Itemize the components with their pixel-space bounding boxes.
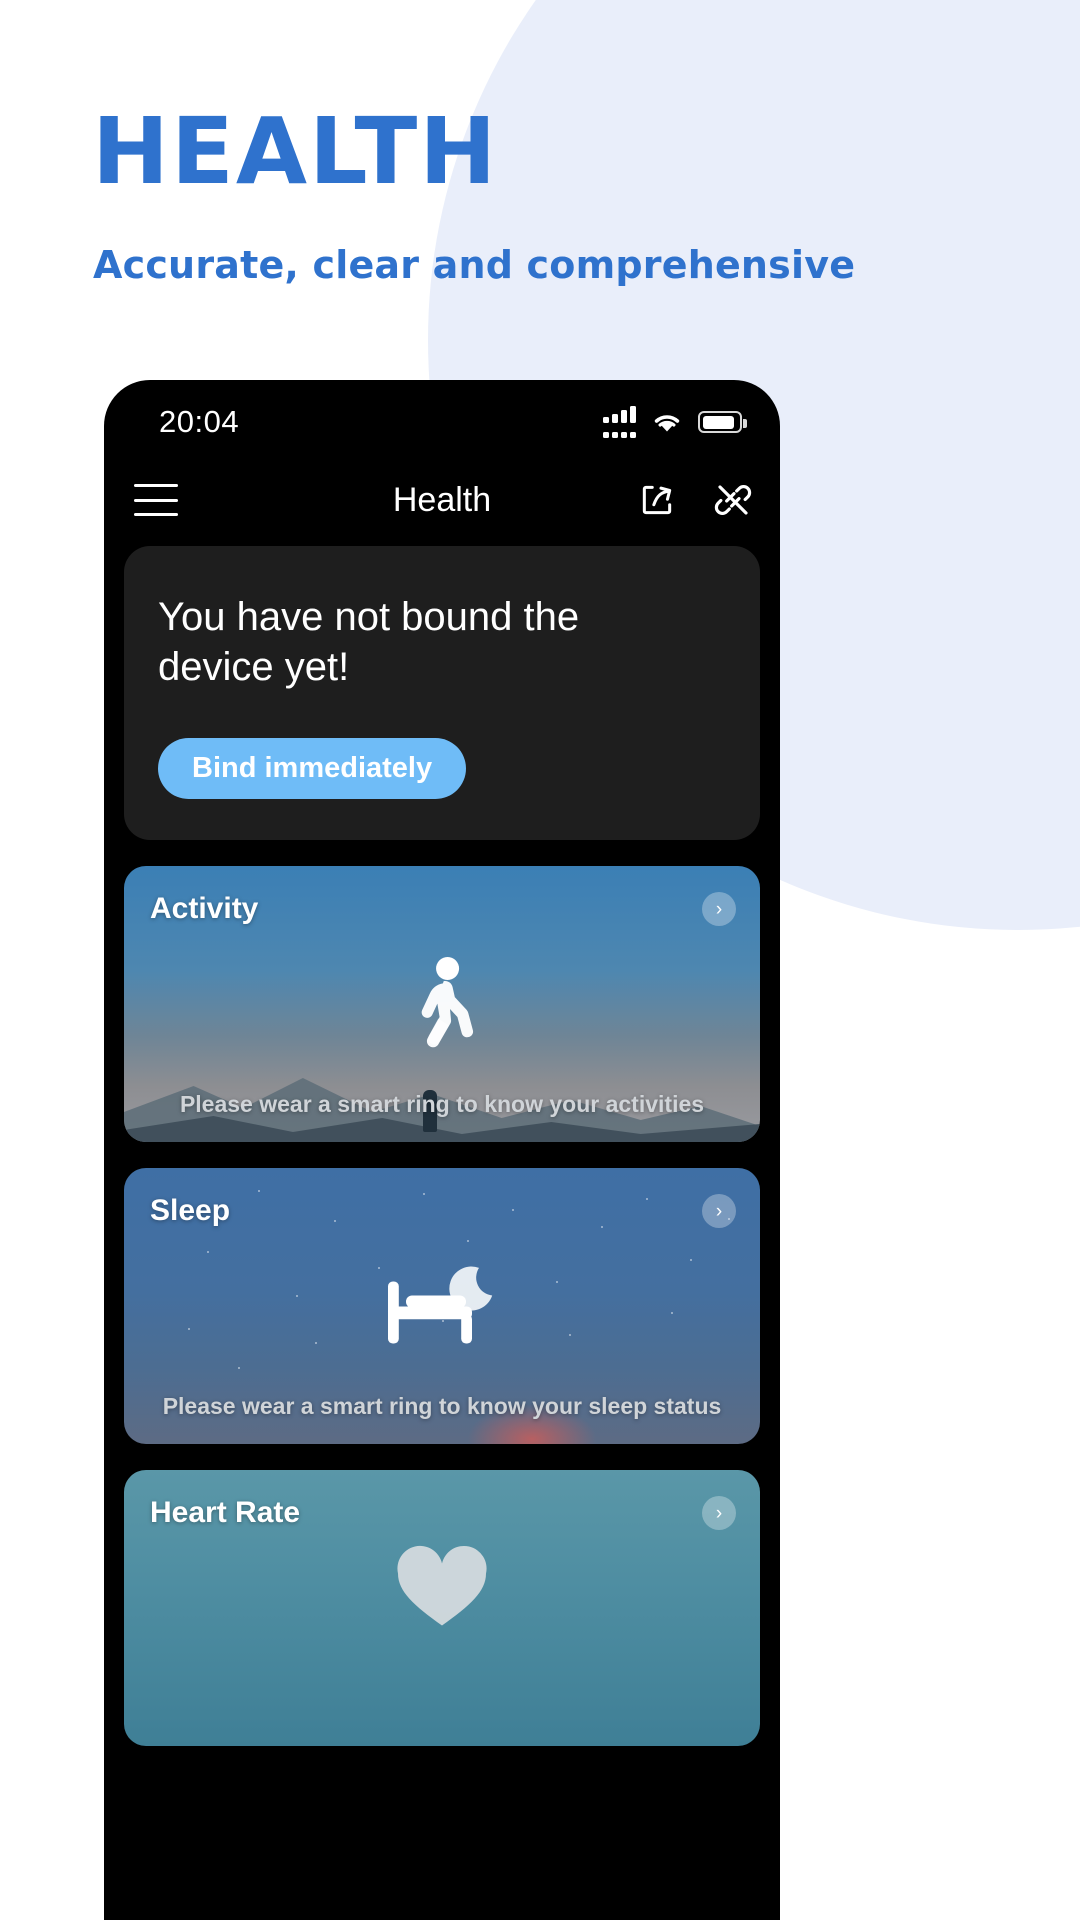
sleep-card-caption: Please wear a smart ring to know your sl… [162, 1393, 722, 1419]
app-bar: Health [104, 458, 780, 542]
bind-immediately-button[interactable]: Bind immediately [158, 738, 467, 799]
app-bar-actions [636, 479, 754, 521]
status-bar-icons [603, 406, 747, 438]
activity-card-chevron-right-icon[interactable]: › [702, 892, 736, 926]
page-subtitle: Accurate, clear and comprehensive [93, 243, 856, 287]
status-bar-time: 20:04 [159, 404, 240, 439]
bind-card-message: You have not bound the device yet! [158, 595, 580, 689]
signal-bars-icon [603, 406, 636, 438]
status-bar: 20:04 [104, 380, 780, 458]
sleep-card-chevron-right-icon[interactable]: › [702, 1194, 736, 1228]
activity-card-title: Activity [150, 892, 259, 925]
sleep-card-title: Sleep [150, 1194, 231, 1227]
heart-icon [394, 1542, 490, 1635]
hamburger-menu-icon[interactable] [134, 484, 178, 516]
app-bar-title: Health [392, 480, 492, 519]
sleep-card[interactable]: Sleep › Please wear a smart ring to know… [124, 1168, 760, 1444]
scroll-content: You have not bound the device yet! Bind … [104, 546, 780, 1746]
unlink-icon[interactable] [712, 479, 754, 521]
phone-mockup: 20:04 Health You have not bound the devi… [104, 380, 780, 1920]
heart-rate-card-chevron-right-icon[interactable]: › [702, 1496, 736, 1530]
promo-screenshot: HEALTH Accurate, clear and comprehensive… [0, 0, 1080, 1920]
heart-rate-card[interactable]: Heart Rate › [124, 1470, 760, 1746]
bed-moon-icon [384, 1263, 500, 1360]
activity-card-caption: Please wear a smart ring to know your ac… [179, 1091, 705, 1117]
bind-device-card: You have not bound the device yet! Bind … [124, 546, 760, 840]
wifi-icon [654, 414, 680, 431]
activity-card[interactable]: Activity › Please wear a smart ring to k… [124, 866, 760, 1142]
battery-icon [698, 411, 747, 433]
share-icon[interactable] [636, 479, 678, 521]
heart-rate-card-title: Heart Rate [150, 1496, 301, 1529]
page-title: HEALTH [92, 98, 499, 205]
walking-person-icon [396, 955, 488, 1064]
